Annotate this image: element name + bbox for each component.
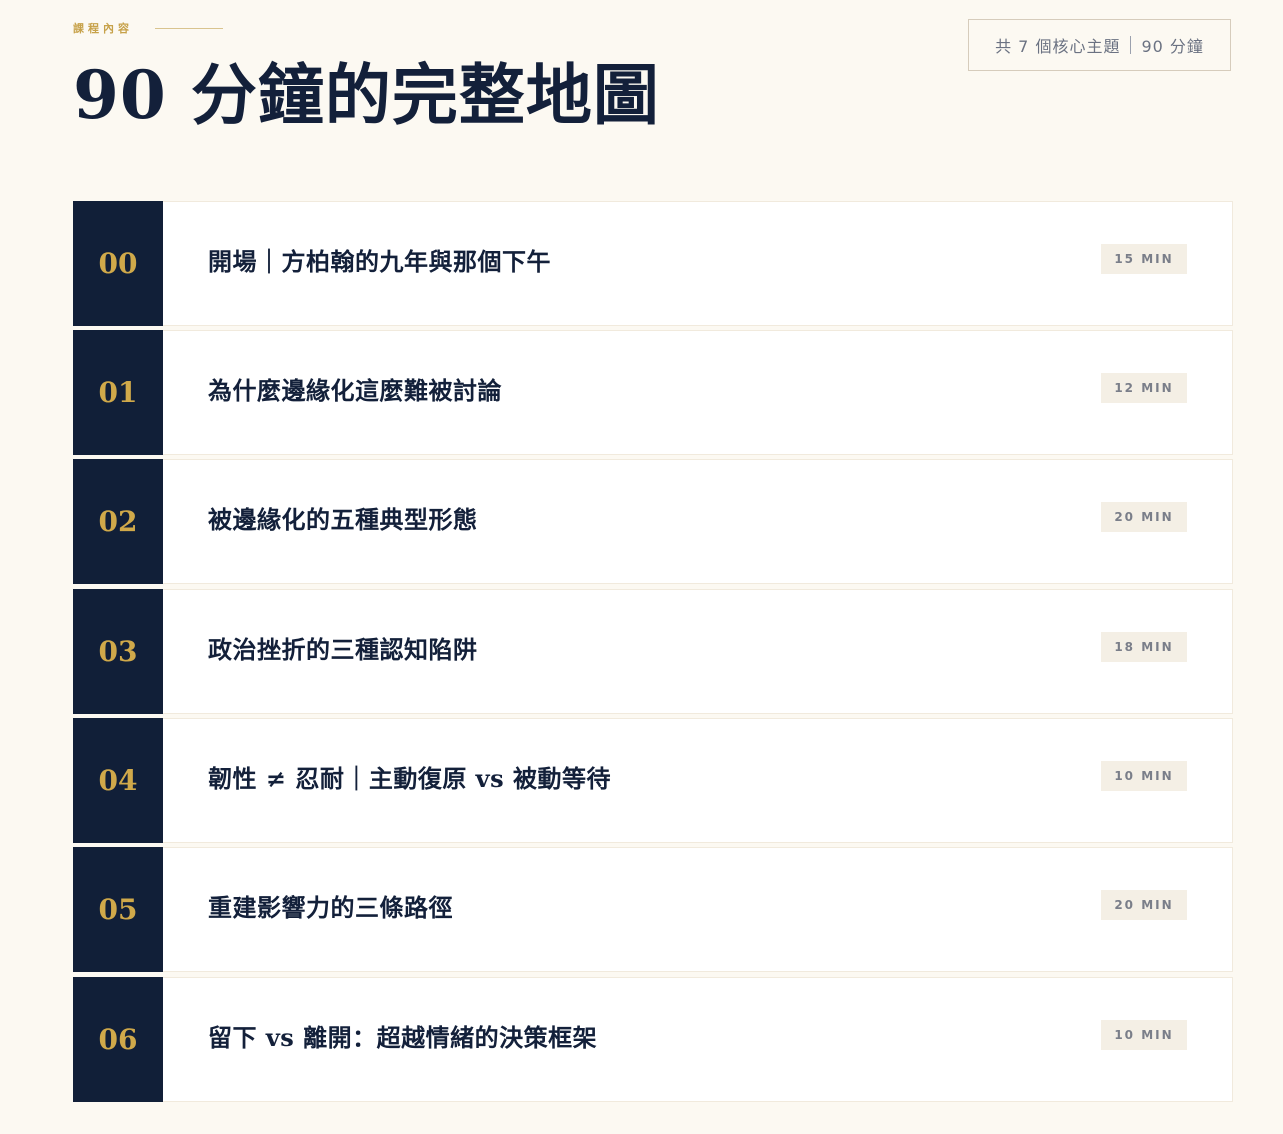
- section-header: 課程內容 90 分鐘的完整地圖 共 7 個核心主題 90 分鐘: [73, 0, 1233, 180]
- topic-title: 重建影響力的三條路徑: [208, 893, 453, 922]
- topic-title: 政治挫折的三種認知陷阱: [208, 635, 478, 664]
- topic-number-block: 01: [73, 330, 163, 455]
- duration-badge: 10 MIN: [1101, 761, 1187, 791]
- topic-content: 重建影響力的三條路徑 20 MIN: [163, 847, 1233, 972]
- topic-content: 韌性 ≠ 忍耐｜主動復原 vs 被動等待 10 MIN: [163, 718, 1233, 843]
- topic-title: 被邊緣化的五種典型形態: [208, 505, 478, 534]
- topic-row-06: 06 留下 vs 離開：超越情緒的決策框架 10 MIN: [73, 977, 1233, 1102]
- topic-title: 留下 vs 離開：超越情緒的決策框架: [208, 1023, 598, 1052]
- topic-row-00: 00 開場｜方柏翰的九年與那個下午 15 MIN: [73, 201, 1233, 326]
- topic-number: 05: [98, 893, 138, 926]
- duration-badge: 12 MIN: [1101, 373, 1187, 403]
- topic-title: 韌性 ≠ 忍耐｜主動復原 vs 被動等待: [208, 764, 611, 793]
- eyebrow-divider: [155, 27, 223, 29]
- topic-number: 06: [98, 1023, 138, 1056]
- topic-content: 留下 vs 離開：超越情緒的決策框架 10 MIN: [163, 977, 1233, 1102]
- topic-number-block: 00: [73, 201, 163, 326]
- duration-badge: 20 MIN: [1101, 502, 1187, 532]
- topic-number-block: 04: [73, 718, 163, 843]
- topic-content: 為什麼邊緣化這麼難被討論 12 MIN: [163, 330, 1233, 455]
- topic-row-05: 05 重建影響力的三條路徑 20 MIN: [73, 847, 1233, 972]
- topic-number: 00: [98, 247, 138, 280]
- topic-title: 開場｜方柏翰的九年與那個下午: [208, 247, 551, 276]
- summary-duration: 90 分鐘: [1141, 37, 1204, 56]
- topic-row-04: 04 韌性 ≠ 忍耐｜主動復原 vs 被動等待 10 MIN: [73, 718, 1233, 843]
- topic-number: 03: [98, 635, 138, 668]
- topic-title: 為什麼邊緣化這麼難被討論: [208, 376, 502, 405]
- summary-topic-count: 共 7 個核心主題: [995, 37, 1121, 56]
- topic-row-01: 01 為什麼邊緣化這麼難被討論 12 MIN: [73, 330, 1233, 455]
- topic-row-03: 03 政治挫折的三種認知陷阱 18 MIN: [73, 589, 1233, 714]
- topic-number: 04: [98, 764, 138, 797]
- topic-number: 02: [98, 505, 138, 538]
- summary-divider: [1130, 36, 1132, 54]
- eyebrow: 課程內容: [73, 20, 223, 36]
- duration-badge: 20 MIN: [1101, 890, 1187, 920]
- page-title: 90 分鐘的完整地圖: [73, 56, 660, 134]
- topic-number: 01: [98, 376, 138, 409]
- topic-row-02: 02 被邊緣化的五種典型形態 20 MIN: [73, 459, 1233, 584]
- topic-content: 被邊緣化的五種典型形態 20 MIN: [163, 459, 1233, 584]
- topic-number-block: 03: [73, 589, 163, 714]
- duration-badge: 10 MIN: [1101, 1020, 1187, 1050]
- duration-badge: 18 MIN: [1101, 632, 1187, 662]
- topic-content: 開場｜方柏翰的九年與那個下午 15 MIN: [163, 201, 1233, 326]
- eyebrow-label: 課程內容: [73, 22, 133, 35]
- topic-number-block: 05: [73, 847, 163, 972]
- duration-badge: 15 MIN: [1101, 244, 1187, 274]
- topic-number-block: 06: [73, 977, 163, 1102]
- course-summary-badge: 共 7 個核心主題 90 分鐘: [968, 19, 1231, 71]
- topic-content: 政治挫折的三種認知陷阱 18 MIN: [163, 589, 1233, 714]
- topic-number-block: 02: [73, 459, 163, 584]
